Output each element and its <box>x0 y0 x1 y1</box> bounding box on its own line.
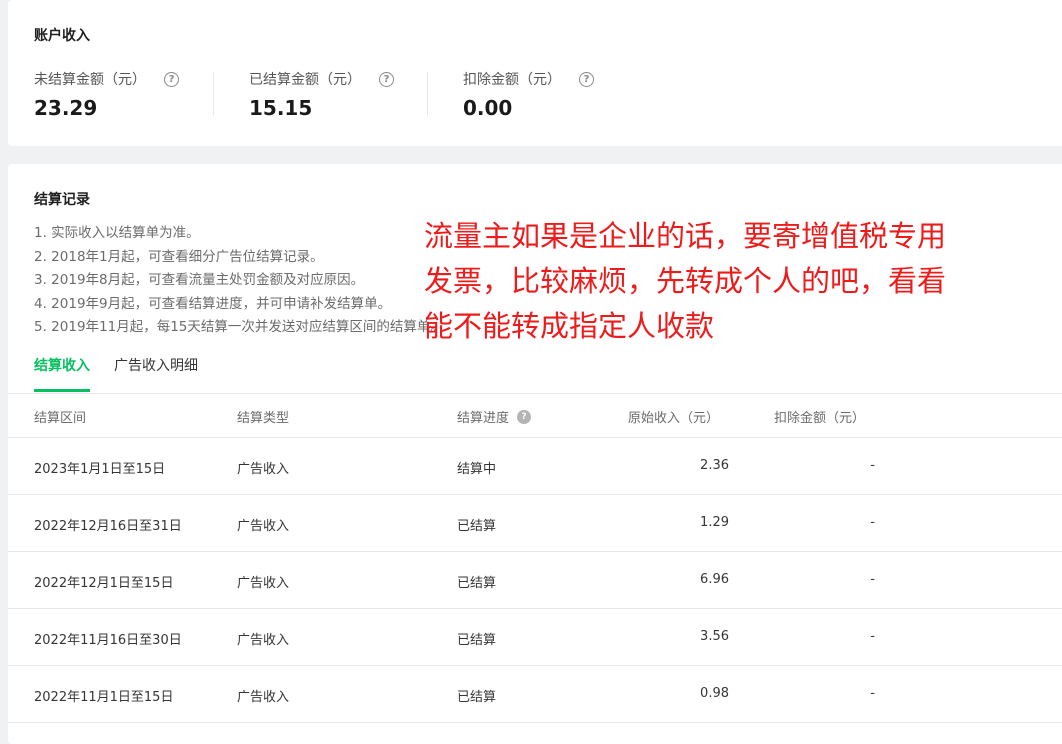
column-header-type: 结算类型 <box>237 411 290 426</box>
settled-amount-label: 已结算金额（元） <box>249 72 361 88</box>
metric-divider <box>427 72 428 116</box>
row-type: 广告收入 <box>237 576 290 591</box>
row-deduction: - <box>870 572 875 587</box>
row-original-income: 0.98 <box>700 686 729 701</box>
question-circle-icon[interactable]: ? <box>164 71 179 87</box>
row-type: 广告收入 <box>237 519 290 534</box>
row-progress: 已结算 <box>457 519 497 534</box>
question-circle-icon[interactable]: ? <box>379 71 394 87</box>
annotation-line: 发票，比较麻烦，先转成个人的吧，看看 <box>424 264 947 298</box>
note-item: 4. 2019年9月起，可查看结算进度，并可申请补发结算单。 <box>34 295 392 312</box>
note-item: 1. 实际收入以结算单为准。 <box>34 225 200 241</box>
table-row: 2022年11月16日至30日 广告收入 已结算 3.56 - <box>8 609 1062 666</box>
settlement-notes: 1. 实际收入以结算单为准。 2. 2018年1月起，可查看细分广告位结算记录。… <box>34 222 444 340</box>
row-deduction: - <box>870 686 875 701</box>
account-income-title: 账户收入 <box>34 28 90 44</box>
row-progress: 结算中 <box>457 462 497 477</box>
settlement-records-title: 结算记录 <box>34 192 90 208</box>
account-income-card: 账户收入 未结算金额（元） ? 23.29 已结算金额（元） ? 15.15 扣… <box>8 0 1062 146</box>
column-header-deduction: 扣除金额（元） <box>774 411 866 426</box>
column-header-progress-label: 结算进度 <box>457 411 510 426</box>
row-original-income: 2.36 <box>700 458 729 473</box>
row-original-income: 6.96 <box>700 572 729 587</box>
row-progress: 已结算 <box>457 690 497 705</box>
row-period: 2022年12月16日至31日 <box>34 519 182 534</box>
table-row: 2022年12月16日至31日 广告收入 已结算 1.29 - <box>8 495 1062 552</box>
settled-amount-value: 15.15 <box>249 96 313 120</box>
table-row: 2022年12月1日至15日 广告收入 已结算 6.96 - <box>8 552 1062 609</box>
tab-ad-income-detail[interactable]: 广告收入明细 <box>114 352 198 392</box>
row-period: 2023年1月1日至15日 <box>34 462 166 477</box>
row-deduction: - <box>870 458 875 473</box>
question-circle-icon[interactable]: ? <box>579 71 594 87</box>
note-item: 3. 2019年8月起，可查看流量主处罚金额及对应原因。 <box>34 272 365 288</box>
annotation-line: 能不能转成指定人收款 <box>424 309 715 343</box>
metric-divider <box>213 72 214 116</box>
row-original-income: 3.56 <box>700 629 729 644</box>
table-header: 结算区间 结算类型 结算进度 ? 原始收入（元） 扣除金额（元） <box>8 394 1062 438</box>
row-deduction: - <box>870 515 875 530</box>
question-circle-icon[interactable]: ? <box>517 409 532 424</box>
row-type: 广告收入 <box>237 690 290 705</box>
note-item: 2. 2018年1月起，可查看细分广告位结算记录。 <box>34 248 324 265</box>
unsettled-amount-metric: 未结算金额（元） ? 23.29 <box>34 68 179 120</box>
settlement-records-card: 结算记录 1. 实际收入以结算单为准。 2. 2018年1月起，可查看细分广告位… <box>8 164 1062 744</box>
row-period: 2022年11月1日至15日 <box>34 690 174 705</box>
table-row: 2023年1月1日至15日 广告收入 结算中 2.36 - <box>8 438 1062 495</box>
row-deduction: - <box>870 629 875 644</box>
row-type: 广告收入 <box>237 633 290 648</box>
deduction-amount-metric: 扣除金额（元） ? 0.00 <box>463 68 594 120</box>
tab-settlement-income[interactable]: 结算收入 <box>34 352 90 392</box>
annotation-overlay: 流量主如果是企业的话，要寄增值税专用 发票，比较麻烦，先转成个人的吧，看看 能不… <box>424 214 1024 349</box>
row-period: 2022年11月16日至30日 <box>34 633 182 648</box>
note-item: 5. 2019年11月起，每15天结算一次并发送对应结算区间的结算单。 <box>34 319 444 335</box>
row-type: 广告收入 <box>237 462 290 477</box>
table-row: 2022年11月1日至15日 广告收入 已结算 0.98 - <box>8 666 1062 723</box>
settlement-tabs: 结算收入 广告收入明细 <box>34 352 222 394</box>
unsettled-amount-label: 未结算金额（元） <box>34 72 146 88</box>
deduction-amount-value: 0.00 <box>463 96 513 120</box>
row-period: 2022年12月1日至15日 <box>34 576 174 591</box>
deduction-amount-label: 扣除金额（元） <box>463 72 561 88</box>
column-header-period: 结算区间 <box>34 411 87 426</box>
column-header-progress: 结算进度 ? <box>457 407 532 426</box>
row-progress: 已结算 <box>457 633 497 648</box>
annotation-line: 流量主如果是企业的话，要寄增值税专用 <box>424 219 947 253</box>
column-header-original-income: 原始收入（元） <box>628 411 720 426</box>
row-progress: 已结算 <box>457 576 497 591</box>
settled-amount-metric: 已结算金额（元） ? 15.15 <box>249 68 394 120</box>
unsettled-amount-value: 23.29 <box>34 96 98 120</box>
row-original-income: 1.29 <box>700 515 729 530</box>
